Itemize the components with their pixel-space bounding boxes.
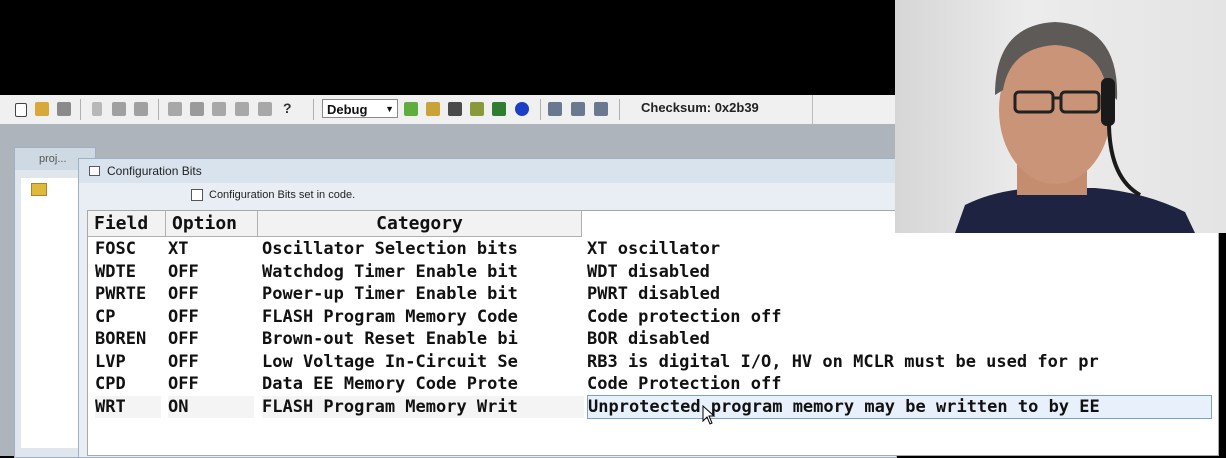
main-toolbar: ? Debug ▼ Checksum: 0x2b39	[0, 95, 895, 125]
paste-icon[interactable]	[134, 102, 148, 116]
cell-field: LVP	[95, 351, 126, 372]
new-file-icon[interactable]	[15, 103, 27, 117]
screen-background	[0, 0, 895, 95]
toolbar-separator	[619, 99, 620, 120]
cell-category: Power-up Timer Enable bit	[262, 284, 518, 304]
toolbar-separator	[313, 99, 314, 120]
webcam-overlay	[895, 0, 1226, 233]
config-bits-table[interactable]: Field Option Category FOSC XT Oscillator S…	[87, 210, 1219, 456]
column-header-option[interactable]: Option	[166, 211, 258, 237]
mouse-cursor-icon	[702, 405, 716, 425]
cell-field: BOREN	[95, 329, 147, 349]
bookmark-icon[interactable]	[235, 102, 249, 116]
cell-category: Watchdog Timer Enable bit	[262, 261, 518, 282]
cell-category: Oscillator Selection bits	[262, 239, 518, 259]
cell-option: OFF	[168, 261, 199, 282]
table-row[interactable]: PWRTE OFF Power-up Timer Enable bit PWRT di…	[88, 283, 1220, 305]
cell-setting[interactable]: XT oscillator	[587, 238, 1212, 260]
copy-icon[interactable]	[112, 102, 126, 116]
cell-setting[interactable]: BOR disabled	[587, 328, 1212, 350]
toolbar-separator	[812, 95, 813, 124]
presenter-photo	[955, 22, 1195, 233]
config-bits-in-code-checkbox[interactable]	[191, 189, 203, 201]
cell-field: FOSC	[95, 239, 136, 259]
table-header: Field Option Category	[88, 211, 588, 237]
read-icon[interactable]	[571, 102, 585, 116]
cell-field: CPD	[95, 374, 126, 394]
table-row[interactable]: BOREN OFF Brown-out Reset Enable bi BOR dis…	[88, 328, 1220, 350]
toolbar-separator	[80, 99, 81, 120]
cell-setting[interactable]: WDT disabled	[587, 261, 1212, 283]
config-bits-in-code-label: Configuration Bits set in code.	[209, 189, 356, 201]
open-folder-icon[interactable]	[35, 102, 49, 116]
table-row[interactable]: CPD OFF Data EE Memory Code Prote Code Prot…	[88, 373, 1220, 395]
help-icon[interactable]: ?	[283, 101, 297, 115]
cell-field: WRT	[95, 395, 161, 418]
program-icon[interactable]	[548, 102, 562, 116]
cell-category: Low Voltage In-Circuit Se	[262, 351, 518, 372]
cell-category: Data EE Memory Code Prote	[262, 374, 518, 394]
cell-option: XT	[168, 239, 189, 259]
cell-field: CP	[95, 306, 116, 327]
table-row[interactable]: CP OFF FLASH Program Memory Code Code prote…	[88, 306, 1220, 328]
column-header-field[interactable]: Field	[88, 211, 166, 237]
configuration-bits-title-bar[interactable]: Configuration Bits	[79, 159, 896, 183]
window-icon	[89, 166, 100, 176]
column-header-category[interactable]: Category	[258, 211, 582, 237]
cell-option: OFF	[168, 351, 199, 372]
cell-option: OFF	[168, 329, 199, 349]
open-project-icon[interactable]	[426, 102, 440, 116]
table-row[interactable]: FOSC XT Oscillator Selection bits XT oscill…	[88, 238, 1220, 260]
save-project-icon[interactable]	[448, 102, 462, 116]
cell-field: PWRTE	[95, 284, 147, 304]
make-icon[interactable]	[492, 102, 506, 116]
table-row[interactable]: WDTE OFF Watchdog Timer Enable bit WDT disa…	[88, 261, 1220, 283]
cell-setting[interactable]: Code protection off	[587, 306, 1212, 328]
build-config-select[interactable]: Debug ▼	[322, 99, 398, 118]
configuration-bits-title: Configuration Bits	[107, 164, 202, 178]
cell-option: OFF	[168, 374, 199, 394]
cell-setting[interactable]: PWRT disabled	[587, 283, 1212, 305]
cell-category: Brown-out Reset Enable bi	[262, 329, 518, 349]
add-file-icon[interactable]	[404, 102, 418, 116]
toolbar-separator	[158, 99, 159, 120]
cell-option: OFF	[168, 284, 199, 304]
build-config-value: Debug	[327, 102, 368, 117]
column-header-setting[interactable]	[582, 211, 590, 237]
cut-icon[interactable]	[92, 102, 102, 116]
toolbar-separator	[540, 99, 541, 120]
table-row[interactable]: WRT ON FLASH Program Memory Writ Unprotecte…	[88, 394, 1220, 419]
cell-category: FLASH Program Memory Writ	[262, 395, 584, 418]
cell-setting[interactable]: Unprotected program memory may be writte…	[587, 394, 1212, 419]
info-icon[interactable]	[515, 102, 529, 116]
verify-icon[interactable]	[594, 102, 608, 116]
find-icon[interactable]	[190, 102, 204, 116]
print-icon[interactable]	[168, 102, 182, 116]
build-icon[interactable]	[470, 102, 484, 116]
bookmark-icon[interactable]	[258, 102, 272, 116]
checksum-label: Checksum: 0x2b39	[641, 100, 759, 115]
cell-setting[interactable]: RB3 is digital I/O, HV on MCLR must be u…	[587, 351, 1212, 373]
bookmark-icon[interactable]	[212, 102, 226, 116]
cell-field: WDTE	[95, 261, 136, 282]
folder-icon[interactable]	[31, 183, 47, 196]
cell-option: OFF	[168, 306, 199, 327]
cell-option: ON	[168, 395, 254, 418]
chevron-down-icon[interactable]: ▼	[385, 100, 394, 119]
save-icon[interactable]	[57, 102, 71, 116]
cell-category: FLASH Program Memory Code	[262, 306, 518, 327]
table-row[interactable]: LVP OFF Low Voltage In-Circuit Se RB3 is di…	[88, 351, 1220, 373]
cell-setting[interactable]: Code Protection off	[587, 373, 1212, 395]
